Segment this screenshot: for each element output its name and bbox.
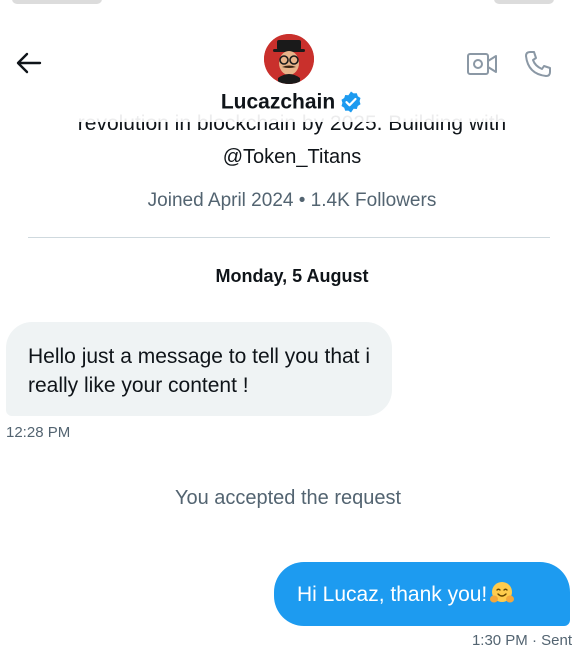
status-bar-time-remnant <box>12 0 102 4</box>
phone-icon <box>525 51 551 77</box>
hugging-face-emoji-icon <box>490 582 515 603</box>
status-bar-icons-remnant <box>494 0 554 4</box>
profile-handle-line: @Token_Titans <box>222 146 362 168</box>
avatar[interactable] <box>264 34 314 84</box>
video-call-button[interactable] <box>466 50 498 78</box>
divider <box>28 237 550 238</box>
verified-badge-icon <box>341 91 361 113</box>
conversation-title: Lucazchain <box>0 90 584 114</box>
back-button[interactable] <box>14 48 44 78</box>
incoming-message-text: Hello just a message to tell you that i … <box>28 345 371 397</box>
incoming-message-bubble[interactable]: Hello just a message to tell you that i … <box>6 322 392 416</box>
avatar-image <box>264 34 314 84</box>
back-arrow-icon <box>16 52 42 74</box>
outgoing-message-text: Hi Lucaz, thank you! <box>297 583 488 606</box>
contact-name: Lucazchain <box>220 90 336 114</box>
video-camera-icon <box>467 53 497 75</box>
system-note: You accepted the request <box>174 487 402 509</box>
status-bar <box>0 0 584 10</box>
profile-meta: Joined April 2024 • 1.4K Followers <box>147 190 437 211</box>
outgoing-message-bubble[interactable]: Hi Lucaz, thank you! <box>274 562 570 626</box>
voice-call-button[interactable] <box>522 48 554 80</box>
incoming-message-time: 12:28 PM <box>6 424 71 441</box>
conversation-header: Lucazchain <box>0 10 584 122</box>
outgoing-message-time-status: 1:30 PM · Sent <box>471 632 572 649</box>
date-separator: Monday, 5 August <box>215 266 369 286</box>
